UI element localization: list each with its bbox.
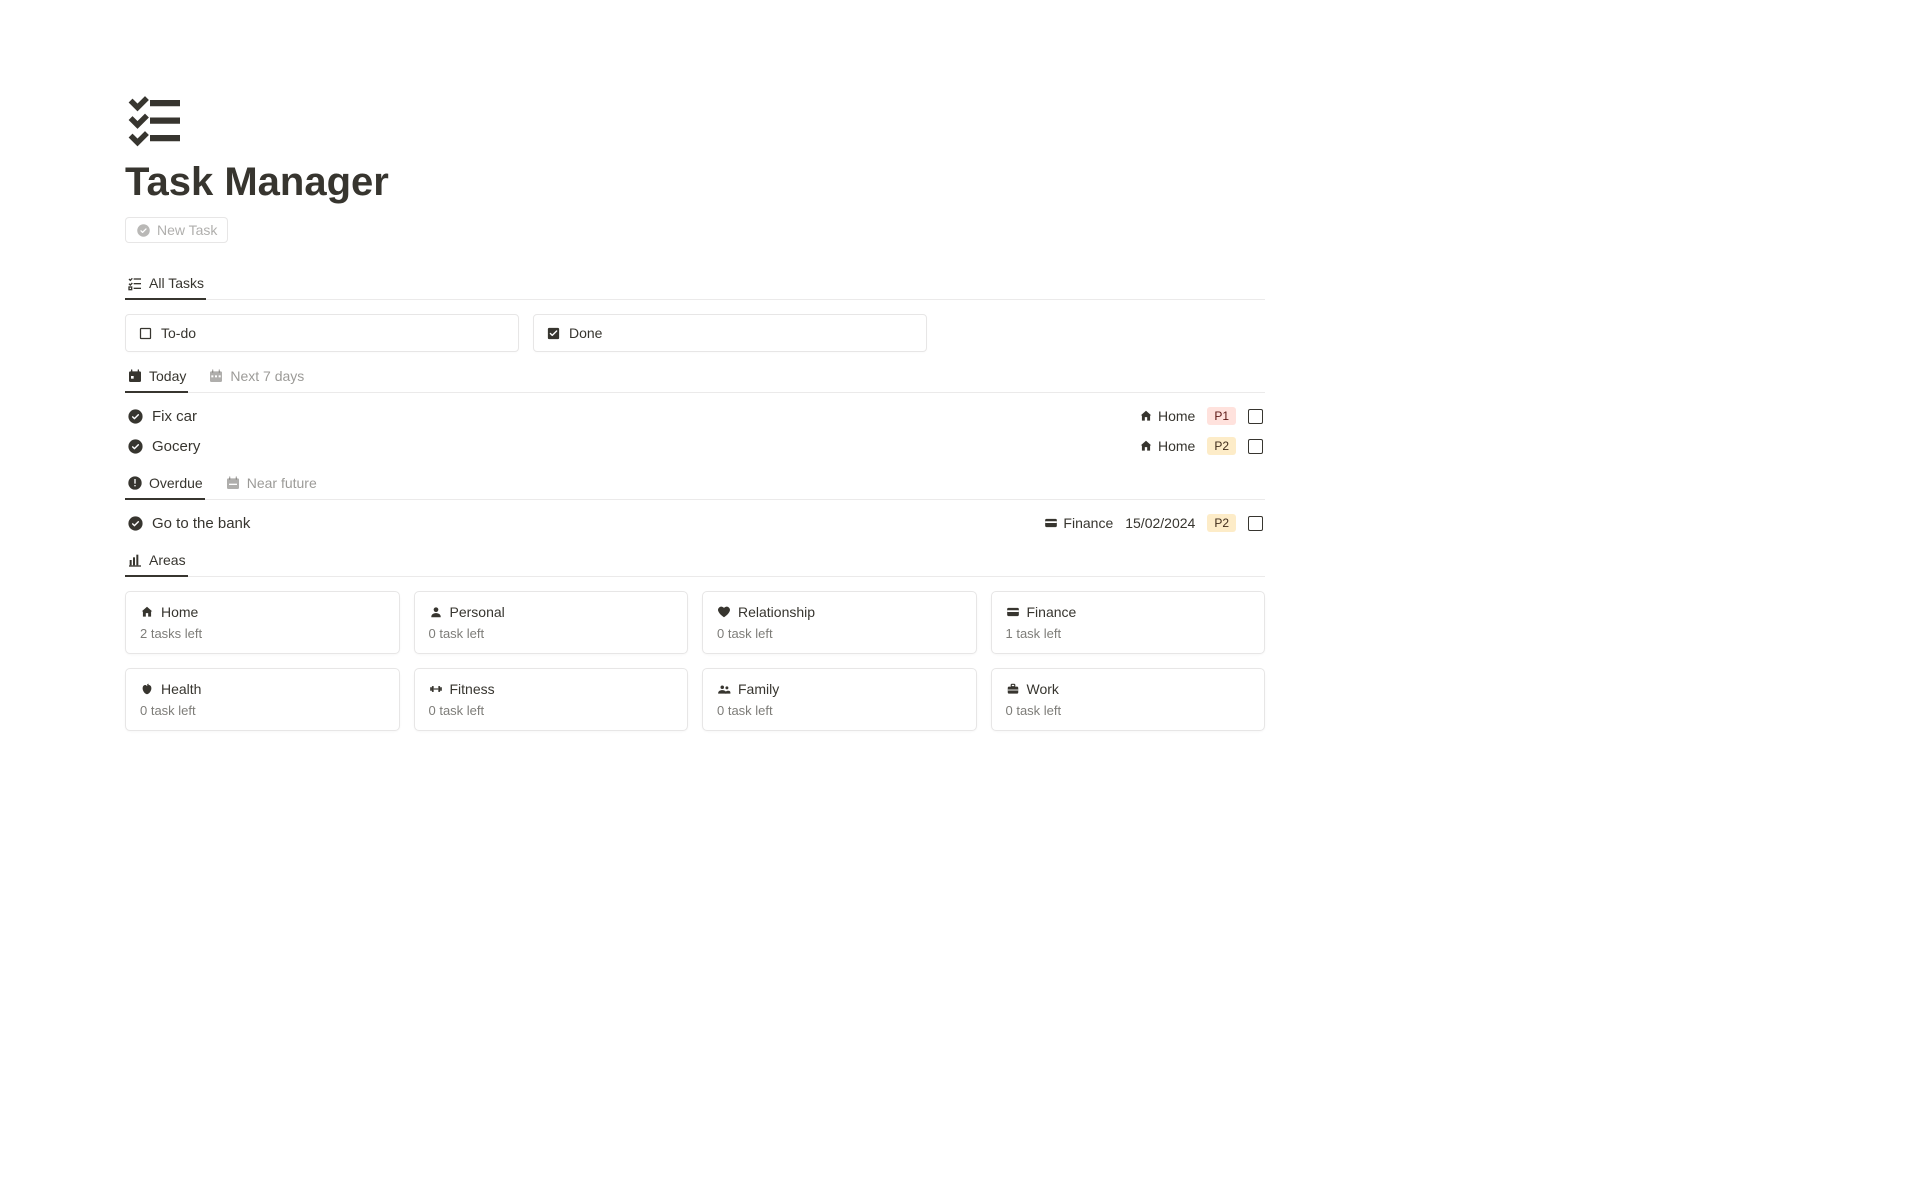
status-done[interactable]: Done (533, 314, 927, 352)
priority-badge: P2 (1207, 437, 1236, 455)
areas-tab-row: Areas (125, 546, 1265, 577)
new-task-button[interactable]: New Task (125, 217, 228, 243)
task-area-tag[interactable]: Home (1139, 438, 1195, 454)
task-title: Go to the bank (152, 515, 250, 532)
person-icon (429, 605, 443, 619)
apple-icon (140, 682, 154, 696)
area-name: Family (738, 681, 779, 697)
priority-badge: P1 (1207, 407, 1236, 425)
task-checkbox[interactable] (1248, 516, 1263, 531)
area-card[interactable]: Family 0 task left (702, 668, 977, 731)
task-area-label: Home (1158, 408, 1195, 424)
area-name: Finance (1027, 604, 1077, 620)
area-subtext: 0 task left (717, 703, 962, 718)
today-tab-row: Today Next 7 days (125, 362, 1265, 393)
area-subtext: 0 task left (717, 626, 962, 641)
task-checkbox[interactable] (1248, 439, 1263, 454)
status-groups: To-do Done (125, 314, 1265, 352)
tab-areas-label: Areas (149, 552, 186, 568)
check-circle-icon (127, 438, 144, 455)
tab-next-7-days[interactable]: Next 7 days (206, 362, 306, 392)
task-title: Fix car (152, 408, 197, 425)
priority-badge: P2 (1207, 514, 1236, 532)
new-task-label: New Task (157, 222, 217, 238)
area-name: Fitness (450, 681, 495, 697)
area-card[interactable]: Health 0 task left (125, 668, 400, 731)
tab-all-tasks-label: All Tasks (149, 275, 204, 291)
card-icon (1006, 605, 1020, 619)
tasklist-icon (125, 90, 185, 150)
tab-areas[interactable]: Areas (125, 546, 188, 576)
task-title: Gocery (152, 438, 200, 455)
area-name: Work (1027, 681, 1059, 697)
area-subtext: 2 tasks left (140, 626, 385, 641)
tab-near-future-label: Near future (247, 475, 317, 491)
area-card[interactable]: Fitness 0 task left (414, 668, 689, 731)
check-circle-icon (136, 223, 151, 238)
area-subtext: 0 task left (140, 703, 385, 718)
dumbbell-icon (429, 682, 443, 696)
views-tab-row: All Tasks (125, 269, 1265, 300)
area-card[interactable]: Personal 0 task left (414, 591, 689, 654)
card-icon (1044, 516, 1058, 530)
calendar-day-icon (127, 368, 143, 384)
task-row[interactable]: Fix car Home P1 (125, 401, 1265, 431)
area-card[interactable]: Finance 1 task left (991, 591, 1266, 654)
check-circle-icon (127, 515, 144, 532)
task-row[interactable]: Go to the bank Finance 15/02/2024 P2 (125, 508, 1265, 538)
area-subtext: 0 task left (1006, 703, 1251, 718)
task-checkbox[interactable] (1248, 409, 1263, 424)
tab-overdue[interactable]: Overdue (125, 469, 205, 499)
briefcase-icon (1006, 682, 1020, 696)
area-name: Home (161, 604, 198, 620)
status-todo[interactable]: To-do (125, 314, 519, 352)
home-icon (1139, 409, 1153, 423)
list-check-icon (127, 275, 143, 291)
today-tasks-list: Fix car Home P1 Gocery Home P2 (125, 401, 1265, 461)
page-icon[interactable] (125, 90, 185, 150)
group-icon (717, 682, 731, 696)
task-row[interactable]: Gocery Home P2 (125, 431, 1265, 461)
tab-near-future[interactable]: Near future (223, 469, 319, 499)
task-area-label: Finance (1063, 515, 1113, 531)
tab-today-label: Today (149, 368, 186, 384)
area-subtext: 0 task left (429, 626, 674, 641)
tab-all-tasks[interactable]: All Tasks (125, 269, 206, 299)
area-name: Relationship (738, 604, 815, 620)
task-area-tag[interactable]: Home (1139, 408, 1195, 424)
area-name: Health (161, 681, 201, 697)
page-title: Task Manager (125, 160, 1265, 205)
calendar-week-icon (208, 368, 224, 384)
task-date: 15/02/2024 (1125, 515, 1195, 531)
task-area-tag[interactable]: Finance (1044, 515, 1113, 531)
heart-icon (717, 605, 731, 619)
alert-icon (127, 475, 143, 491)
chart-icon (127, 552, 143, 568)
area-subtext: 1 task left (1006, 626, 1251, 641)
area-card[interactable]: Home 2 tasks left (125, 591, 400, 654)
overdue-tab-row: Overdue Near future (125, 469, 1265, 500)
square-icon (138, 326, 153, 341)
status-done-label: Done (569, 325, 602, 341)
area-subtext: 0 task left (429, 703, 674, 718)
calendar-icon (225, 475, 241, 491)
areas-grid: Home2 tasks leftPersonal0 task leftRelat… (125, 591, 1265, 731)
check-circle-icon (127, 408, 144, 425)
status-todo-label: To-do (161, 325, 196, 341)
tab-today[interactable]: Today (125, 362, 188, 392)
area-card[interactable]: Work 0 task left (991, 668, 1266, 731)
area-card[interactable]: Relationship 0 task left (702, 591, 977, 654)
task-area-label: Home (1158, 438, 1195, 454)
overdue-tasks-list: Go to the bank Finance 15/02/2024 P2 (125, 508, 1265, 538)
home-icon (1139, 439, 1153, 453)
tab-next7-label: Next 7 days (230, 368, 304, 384)
area-name: Personal (450, 604, 505, 620)
tab-overdue-label: Overdue (149, 475, 203, 491)
home-icon (140, 605, 154, 619)
checkbox-icon (546, 326, 561, 341)
